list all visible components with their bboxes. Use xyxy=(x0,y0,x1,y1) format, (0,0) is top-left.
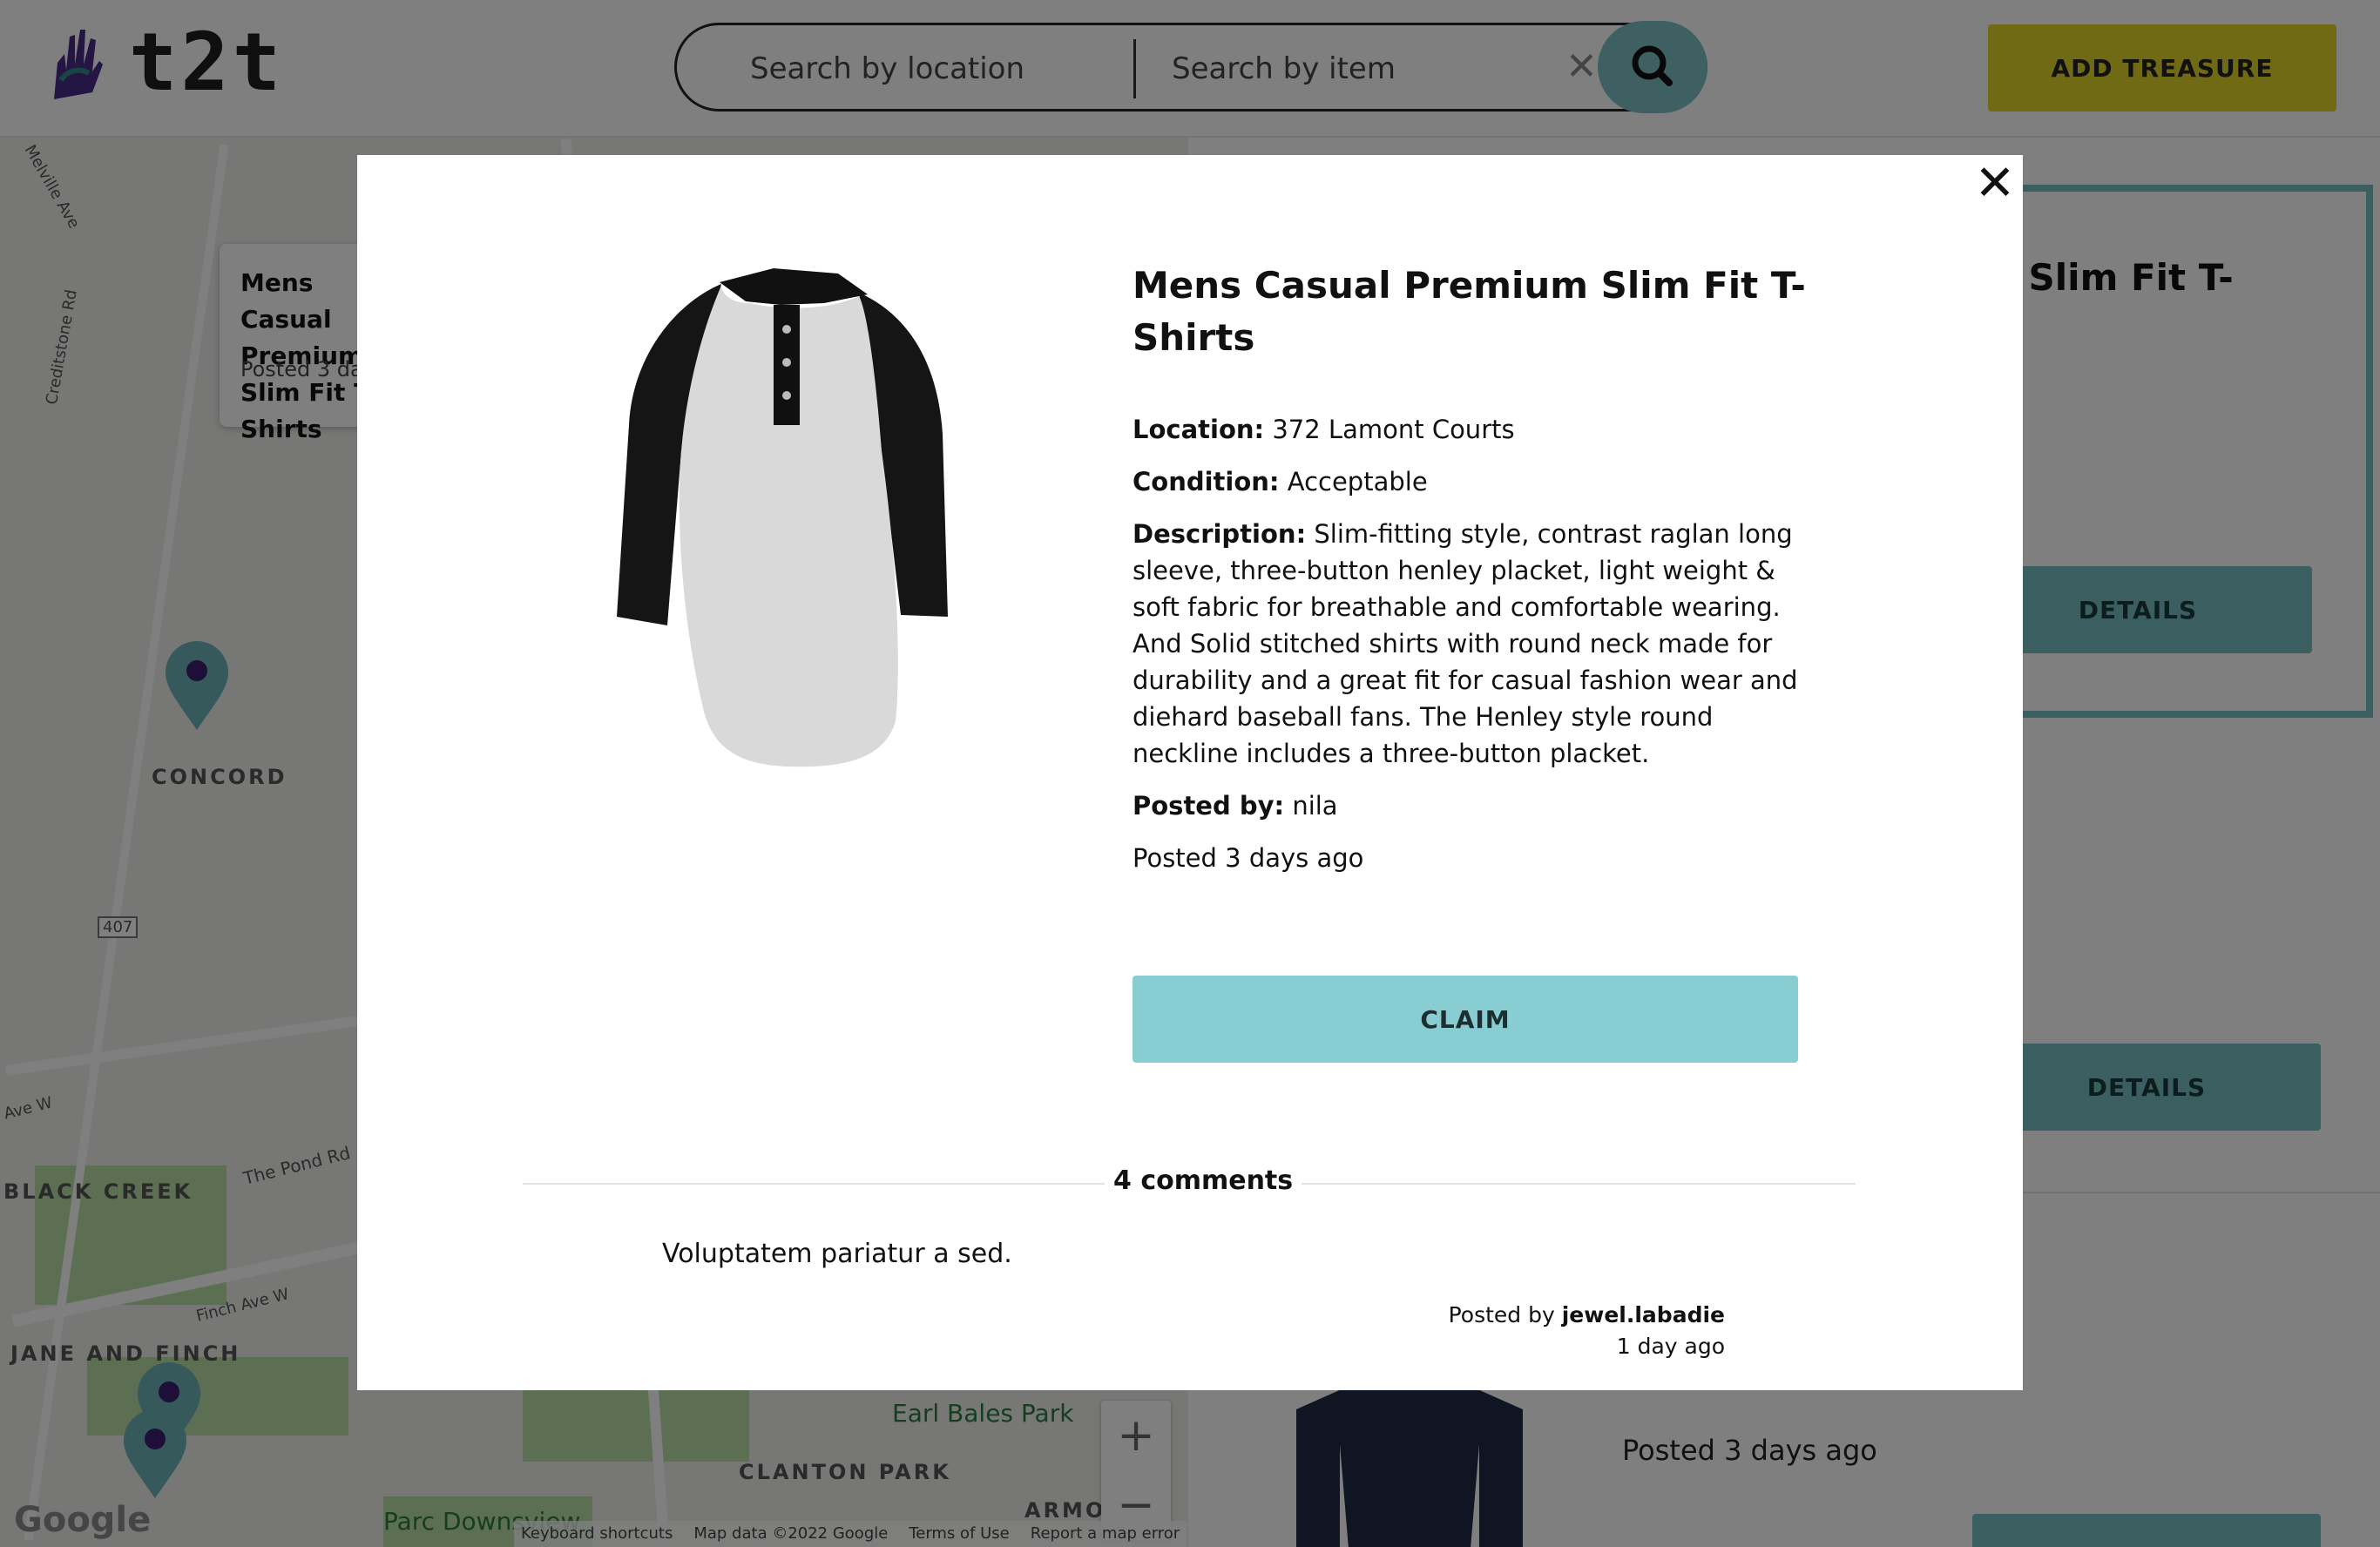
location-label: Location: xyxy=(1133,415,1265,444)
item-info: Mens Casual Premium Slim Fit T-Shirts Lo… xyxy=(1133,260,1821,876)
comment-text: Voluptatem pariatur a sed. xyxy=(662,1239,1012,1269)
product-image xyxy=(617,268,948,767)
location-value: 372 Lamont Courts xyxy=(1272,415,1515,444)
item-title: Mens Casual Premium Slim Fit T-Shirts xyxy=(1133,264,1806,359)
location-row: Location: 372 Lamont Courts xyxy=(1133,411,1821,448)
comment-time: 1 day ago xyxy=(1616,1334,1725,1359)
posted-time: Posted 3 days ago xyxy=(1133,843,1364,873)
description-value: Slim-fitting style, contrast raglan long… xyxy=(1133,519,1798,768)
description-label: Description: xyxy=(1133,519,1307,549)
posted-by-label: Posted by: xyxy=(1133,791,1285,821)
condition-value: Acceptable xyxy=(1287,467,1428,497)
comments-count: 4 comments xyxy=(1105,1165,1302,1196)
condition-label: Condition: xyxy=(1133,467,1280,497)
comment-author: jewel.labadie xyxy=(1561,1302,1725,1327)
claim-button[interactable]: CLAIM xyxy=(1133,976,1798,1063)
posted-by-row: Posted by: nila xyxy=(1133,787,1821,824)
item-detail-modal: ✕ Mens Casual Premium Slim Fit T-Shirts … xyxy=(357,155,2023,1390)
close-icon[interactable]: ✕ xyxy=(1969,155,2021,212)
posted-by-value: nila xyxy=(1292,791,1338,821)
comment-posted-by-prefix: Posted by xyxy=(1448,1302,1555,1327)
comment-author-line: Posted by jewel.labadie xyxy=(1315,1300,1725,1331)
comment-meta: Posted by jewel.labadie 1 day ago xyxy=(1315,1300,1725,1362)
description-row: Description: Slim-fitting style, contras… xyxy=(1133,516,1821,772)
condition-row: Condition: Acceptable xyxy=(1133,463,1821,500)
